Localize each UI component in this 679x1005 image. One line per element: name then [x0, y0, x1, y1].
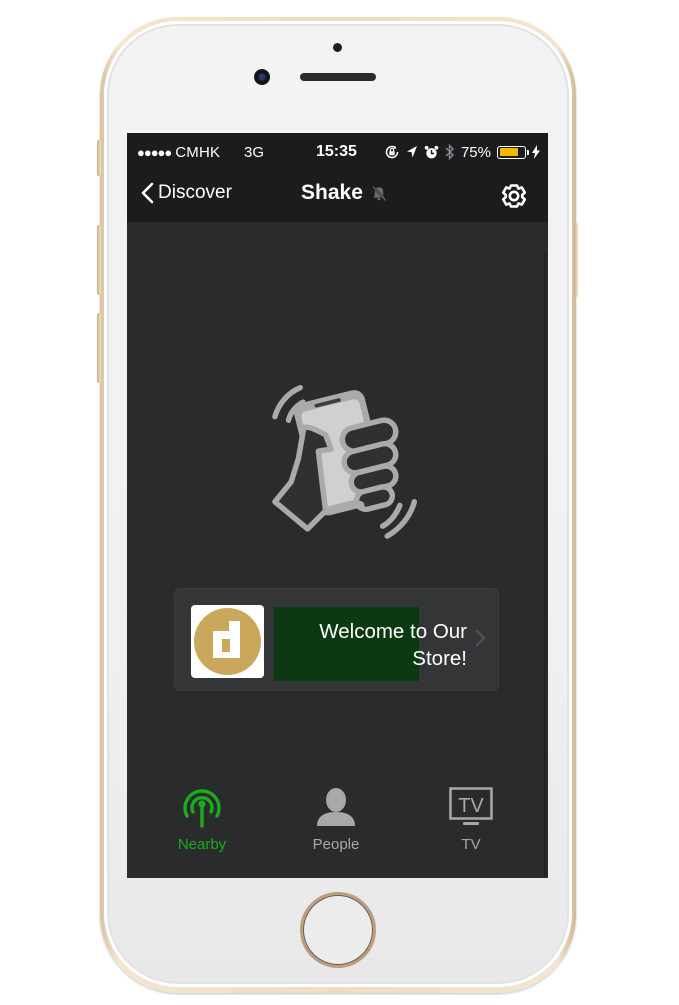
store-logo	[191, 605, 264, 678]
tab-nearby[interactable]: Nearby	[152, 786, 252, 853]
tv-icon: TV	[449, 787, 493, 825]
tab-label: Nearby	[177, 836, 227, 853]
back-label: Discover	[158, 182, 232, 203]
power-button	[574, 223, 578, 297]
shake-wave-right-inner	[379, 502, 403, 529]
status-time: 15:35	[316, 143, 357, 160]
battery-percent: 75%	[460, 143, 491, 161]
screen: ●●●●● CMHK 3G 15:35 75% Discover Shake W…	[127, 133, 548, 878]
shake-result-banner[interactable]: Welcome to Our Store!	[174, 588, 499, 691]
front-camera	[254, 69, 270, 85]
hand-shaking-phone-icon[interactable]	[255, 375, 427, 547]
beacon-icon	[183, 789, 221, 828]
page-title-group: Shake	[301, 181, 387, 205]
status-icons: 75%	[384, 142, 540, 162]
home-button[interactable]	[300, 892, 376, 968]
battery-icon	[497, 145, 529, 159]
charging-bolt-icon	[532, 145, 540, 159]
tab-tv[interactable]: TV TV	[421, 786, 521, 853]
tab-bar: Nearby People TV TV	[127, 768, 548, 878]
rotation-lock-icon	[385, 145, 399, 159]
earpiece-speaker	[300, 73, 376, 81]
battery-level-fill	[499, 148, 518, 156]
tab-label: People	[312, 836, 360, 853]
d-logo-stem	[229, 621, 240, 658]
mute-bell-icon	[371, 185, 387, 201]
settings-button[interactable]	[500, 182, 528, 210]
scrollbar[interactable]	[544, 253, 546, 878]
carrier: ●●●●● CMHK	[137, 144, 220, 161]
signal-strength-icon: ●●●●●	[137, 145, 172, 160]
status-bar: ●●●●● CMHK 3G 15:35 75%	[127, 133, 548, 171]
page-title: Shake	[301, 181, 363, 204]
hand-shape	[272, 424, 334, 532]
back-button[interactable]: Discover	[141, 182, 232, 204]
svg-text:TV: TV	[458, 795, 484, 817]
location-arrow-icon	[406, 146, 417, 158]
proximity-sensor	[333, 43, 342, 52]
gear-icon	[501, 184, 527, 208]
mute-switch	[97, 140, 101, 176]
alarm-clock-icon	[424, 145, 439, 158]
volume-down-button	[97, 313, 101, 383]
bluetooth-icon	[445, 143, 454, 161]
banner-message: Welcome to Our Store!	[319, 620, 467, 670]
chevron-left-icon	[141, 182, 154, 204]
person-icon	[317, 788, 355, 826]
volume-up-button	[97, 225, 101, 295]
carrier-name: CMHK	[175, 144, 221, 161]
d-logo-counter	[222, 639, 230, 652]
network-type: 3G	[244, 144, 265, 161]
tab-people[interactable]: People	[286, 786, 386, 853]
navigation-bar: Discover Shake	[127, 171, 548, 222]
tab-label: TV	[461, 836, 481, 853]
chevron-right-icon	[475, 629, 486, 647]
